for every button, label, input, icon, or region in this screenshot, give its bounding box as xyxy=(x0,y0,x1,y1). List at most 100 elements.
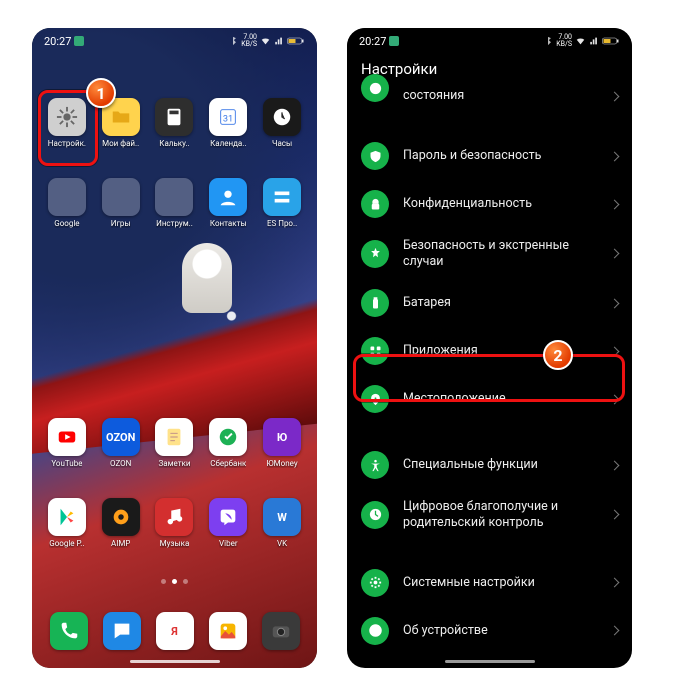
vk-icon[interactable]: W xyxy=(263,498,301,536)
settings-row-emergency[interactable]: Безопасность и экстренные случаи xyxy=(347,228,632,279)
chevron-right-icon xyxy=(610,199,620,209)
app-music[interactable]: Музыка xyxy=(148,498,202,548)
wallpaper-astronaut xyxy=(182,243,232,313)
settings-row-label: Цифровое благополучие и родительский кон… xyxy=(403,499,597,530)
battery-icon xyxy=(361,289,389,317)
chevron-right-icon xyxy=(610,298,620,308)
chevron-right-icon xyxy=(610,626,620,636)
yandex-icon[interactable]: Я xyxy=(156,612,194,650)
sberbank-icon[interactable] xyxy=(209,418,247,456)
settings-row-about[interactable]: Об устройстве xyxy=(347,607,632,655)
app-label: Музыка xyxy=(160,539,190,548)
google-folder-icon[interactable] xyxy=(48,178,86,216)
music-icon[interactable] xyxy=(155,498,193,536)
app-tools-folder[interactable]: Инструм.. xyxy=(148,178,202,228)
app-label: Google P.. xyxy=(49,539,84,548)
app-google-play[interactable]: Google P.. xyxy=(40,498,94,548)
gear-icon xyxy=(361,569,389,597)
app-label: Viber xyxy=(219,539,237,548)
app-label: YouTube xyxy=(51,459,82,468)
app-clock[interactable]: Часы xyxy=(255,98,309,148)
calendar-icon[interactable]: 31 xyxy=(209,98,247,136)
gallery-icon[interactable] xyxy=(209,612,247,650)
bluetooth-icon xyxy=(543,36,553,46)
app-label: Часы xyxy=(272,139,292,148)
status-speed: 7.00KB/S xyxy=(241,34,257,48)
app-viber[interactable]: Viber xyxy=(201,498,255,548)
info-icon xyxy=(361,617,389,645)
settings-row-label: Конфиденциальность xyxy=(403,196,597,212)
app-calendar[interactable]: 31Календа.. xyxy=(201,98,255,148)
app-phone[interactable] xyxy=(50,612,88,650)
wellbeing-icon xyxy=(361,501,389,529)
settings-row-label: Об устройстве xyxy=(403,623,597,639)
ozon-icon[interactable]: OZON xyxy=(102,418,140,456)
app-label: OZON xyxy=(110,459,131,468)
app-yoomoney[interactable]: ЮЮMoney xyxy=(255,418,309,468)
app-google-folder[interactable]: Google xyxy=(40,178,94,228)
google-play-icon[interactable] xyxy=(48,498,86,536)
settings-row-label: Системные настройки xyxy=(403,575,597,591)
games-folder-icon[interactable] xyxy=(102,178,140,216)
wifi-icon xyxy=(260,36,271,46)
chevron-right-icon xyxy=(610,91,620,101)
settings-row-status[interactable]: состояния xyxy=(347,88,632,114)
calculator-icon[interactable] xyxy=(155,98,193,136)
home-indicator[interactable] xyxy=(130,660,220,663)
es-explorer-icon[interactable] xyxy=(263,178,301,216)
status-app-icon xyxy=(74,36,84,46)
phone-icon[interactable] xyxy=(50,612,88,650)
settings-row-battery[interactable]: Батарея xyxy=(347,279,632,327)
app-label: Игры xyxy=(111,219,131,228)
camera-icon[interactable] xyxy=(262,612,300,650)
clock-icon[interactable] xyxy=(263,98,301,136)
status-app-icon xyxy=(389,36,399,46)
battery-icon xyxy=(602,36,620,46)
app-vk[interactable]: WVK xyxy=(255,498,309,548)
contacts-icon[interactable] xyxy=(209,178,247,216)
status-bar: 20:27 7.00KB/S xyxy=(347,28,632,54)
settings-row-system[interactable]: Системные настройки xyxy=(347,559,632,607)
app-es-explorer[interactable]: ES Про.. xyxy=(255,178,309,228)
settings-row-label: Специальные функции xyxy=(403,457,597,473)
settings-row-special[interactable]: Специальные функции xyxy=(347,441,632,489)
app-contacts[interactable]: Контакты xyxy=(201,178,255,228)
yoomoney-icon[interactable]: Ю xyxy=(263,418,301,456)
lock-icon xyxy=(361,190,389,218)
status-time: 20:27 xyxy=(44,35,71,48)
app-camera[interactable] xyxy=(262,612,300,650)
viber-icon[interactable] xyxy=(209,498,247,536)
page-dots[interactable] xyxy=(32,579,317,584)
app-messages[interactable] xyxy=(103,612,141,650)
app-youtube[interactable]: YouTube xyxy=(40,418,94,468)
status-speed: 7.00KB/S xyxy=(556,34,572,48)
app-calculator[interactable]: Кальку.. xyxy=(148,98,202,148)
settings-row-privacy[interactable]: Конфиденциальность xyxy=(347,180,632,228)
aimp-icon[interactable] xyxy=(102,498,140,536)
notes-icon[interactable] xyxy=(155,418,193,456)
shield-icon xyxy=(361,142,389,170)
app-ozon[interactable]: OZON OZON xyxy=(94,418,148,468)
app-label: ES Про.. xyxy=(267,219,297,228)
wifi-icon xyxy=(575,36,586,46)
tools-folder-icon[interactable] xyxy=(155,178,193,216)
app-notes[interactable]: Заметки xyxy=(148,418,202,468)
settings-row-wellbeing[interactable]: Цифровое благополучие и родительский кон… xyxy=(347,489,632,540)
settings-row-label: Пароль и безопасность xyxy=(403,148,597,164)
settings-row-password[interactable]: Пароль и безопасность xyxy=(347,132,632,180)
app-sberbank[interactable]: Сбербанк xyxy=(201,418,255,468)
home-indicator[interactable] xyxy=(445,660,535,663)
app-yandex[interactable]: Я xyxy=(156,612,194,650)
highlight-apps-row xyxy=(353,354,625,402)
settings-row-label: Безопасность и экстренные случаи xyxy=(403,238,597,269)
settings-title: Настройки xyxy=(347,54,632,88)
messages-icon[interactable] xyxy=(103,612,141,650)
youtube-icon[interactable] xyxy=(48,418,86,456)
settings-row-label: состояния xyxy=(403,88,597,104)
app-row-4: Google P.. AIMP Музыка Viber WVK xyxy=(32,498,317,548)
app-aimp[interactable]: AIMP xyxy=(94,498,148,548)
app-gallery[interactable] xyxy=(209,612,247,650)
app-games-folder[interactable]: Игры xyxy=(94,178,148,228)
step-badge-2: 2 xyxy=(543,340,573,370)
app-label: Мои фай.. xyxy=(102,139,139,148)
